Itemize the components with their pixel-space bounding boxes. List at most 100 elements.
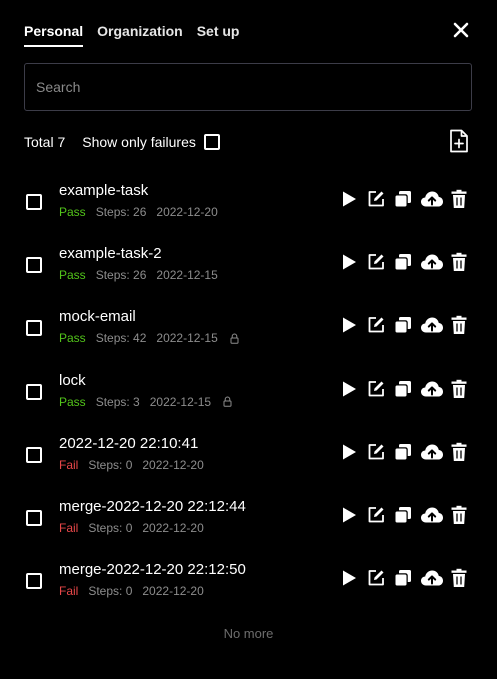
cloud-upload-icon[interactable] xyxy=(420,379,444,399)
show-failures-filter[interactable]: Show only failures xyxy=(82,134,220,150)
trash-icon[interactable] xyxy=(449,442,469,462)
tab-bar: Personal Organization Set up xyxy=(24,22,239,47)
task-actions xyxy=(339,568,476,588)
task-row: merge-2022-12-20 22:12:44 Fail Steps: 0 … xyxy=(0,486,497,549)
task-select-checkbox[interactable] xyxy=(26,383,42,400)
status-badge: Fail xyxy=(59,584,79,599)
trash-icon[interactable] xyxy=(449,505,469,525)
task-actions xyxy=(339,315,476,335)
task-name[interactable]: example-task xyxy=(59,182,148,200)
steps-count: Steps: 26 xyxy=(95,205,147,219)
total-count: Total 7 xyxy=(24,134,66,150)
search-input[interactable] xyxy=(24,63,472,111)
task-row: lock Pass Steps: 3 2022-12-15 xyxy=(0,360,497,423)
copy-icon[interactable] xyxy=(393,505,413,525)
play-icon[interactable] xyxy=(339,315,359,335)
lock-icon xyxy=(230,333,239,344)
edit-icon[interactable] xyxy=(366,568,386,588)
tab-organization[interactable]: Organization xyxy=(97,22,183,47)
copy-icon[interactable] xyxy=(393,379,413,399)
copy-icon[interactable] xyxy=(393,442,413,462)
copy-icon[interactable] xyxy=(393,315,413,335)
task-actions xyxy=(339,379,476,399)
task-actions xyxy=(339,252,476,272)
task-row: mock-email Pass Steps: 42 2022-12-15 xyxy=(0,296,497,359)
cloud-upload-icon[interactable] xyxy=(420,252,444,272)
task-name[interactable]: merge-2022-12-20 22:12:44 xyxy=(59,498,246,516)
status-badge: Pass xyxy=(59,268,86,283)
task-row: merge-2022-12-20 22:12:50 Fail Steps: 0 … xyxy=(0,549,497,612)
close-icon[interactable] xyxy=(451,20,471,40)
lock-icon xyxy=(223,396,232,407)
task-name[interactable]: mock-email xyxy=(59,308,136,326)
task-date: 2022-12-15 xyxy=(156,268,218,283)
cloud-upload-icon[interactable] xyxy=(420,442,444,462)
no-more-label: No more xyxy=(223,626,274,641)
task-meta: Pass Steps: 26 2022-12-15 xyxy=(59,268,218,282)
task-date: 2022-12-20 xyxy=(156,205,218,219)
task-actions xyxy=(339,189,476,209)
task-date: 2022-12-20 xyxy=(142,520,204,535)
steps-count: Steps: 0 xyxy=(88,520,133,535)
status-badge: Pass xyxy=(59,331,86,346)
steps-count: Steps: 42 xyxy=(95,331,147,346)
task-meta: Pass Steps: 42 2022-12-15 xyxy=(59,331,239,345)
task-row: example-task Pass Steps: 26 2022-12-20 xyxy=(0,170,497,233)
task-name[interactable]: merge-2022-12-20 22:12:50 xyxy=(59,561,246,579)
cloud-upload-icon[interactable] xyxy=(420,505,444,525)
status-badge: Pass xyxy=(59,394,86,409)
copy-icon[interactable] xyxy=(393,252,413,272)
trash-icon[interactable] xyxy=(449,568,469,588)
task-select-checkbox[interactable] xyxy=(26,194,42,210)
cloud-upload-icon[interactable] xyxy=(420,568,444,588)
task-name[interactable]: lock xyxy=(59,372,86,390)
edit-icon[interactable] xyxy=(366,189,386,209)
steps-count: Steps: 0 xyxy=(88,457,133,472)
play-icon[interactable] xyxy=(339,442,359,462)
edit-icon[interactable] xyxy=(366,379,386,399)
task-select-checkbox[interactable] xyxy=(26,257,42,274)
task-meta: Pass Steps: 3 2022-12-15 xyxy=(59,395,232,409)
cloud-upload-icon[interactable] xyxy=(420,189,444,209)
task-row: example-task-2 Pass Steps: 26 2022-12-15 xyxy=(0,233,497,296)
task-select-checkbox[interactable] xyxy=(26,509,42,526)
task-list: example-task Pass Steps: 26 2022-12-20 e… xyxy=(0,170,497,612)
cloud-upload-icon[interactable] xyxy=(420,315,444,335)
copy-icon[interactable] xyxy=(393,568,413,588)
task-name[interactable]: example-task-2 xyxy=(59,245,162,263)
show-failures-label: Show only failures xyxy=(82,134,196,150)
copy-icon[interactable] xyxy=(393,189,413,209)
task-meta: Fail Steps: 0 2022-12-20 xyxy=(59,584,204,598)
task-date: 2022-12-15 xyxy=(149,394,212,409)
file-plus-icon[interactable] xyxy=(449,129,469,153)
steps-count: Steps: 3 xyxy=(95,394,140,409)
steps-count: Steps: 26 xyxy=(95,268,147,283)
edit-icon[interactable] xyxy=(366,442,386,462)
edit-icon[interactable] xyxy=(366,252,386,272)
task-row: 2022-12-20 22:10:41 Fail Steps: 0 2022-1… xyxy=(0,423,497,486)
status-badge: Fail xyxy=(59,457,79,472)
trash-icon[interactable] xyxy=(449,189,469,209)
task-select-checkbox[interactable] xyxy=(26,573,42,590)
play-icon[interactable] xyxy=(339,189,359,209)
tab-set-up[interactable]: Set up xyxy=(197,22,240,47)
task-meta: Fail Steps: 0 2022-12-20 xyxy=(59,521,204,535)
task-panel: Personal Organization Set up Total 7 Sho… xyxy=(0,0,497,679)
play-icon[interactable] xyxy=(339,568,359,588)
trash-icon[interactable] xyxy=(449,315,469,335)
play-icon[interactable] xyxy=(339,505,359,525)
play-icon[interactable] xyxy=(339,252,359,272)
show-failures-checkbox[interactable] xyxy=(203,134,220,150)
edit-icon[interactable] xyxy=(366,315,386,335)
task-actions xyxy=(339,442,476,462)
trash-icon[interactable] xyxy=(449,252,469,272)
edit-icon[interactable] xyxy=(366,505,386,525)
task-name[interactable]: 2022-12-20 22:10:41 xyxy=(59,435,198,453)
tab-personal[interactable]: Personal xyxy=(24,22,84,47)
play-icon[interactable] xyxy=(339,379,359,399)
trash-icon[interactable] xyxy=(449,379,469,399)
task-select-checkbox[interactable] xyxy=(26,446,42,463)
task-select-checkbox[interactable] xyxy=(26,320,42,337)
summary-bar: Total 7 Show only failures xyxy=(24,132,220,152)
status-badge: Fail xyxy=(59,520,79,535)
